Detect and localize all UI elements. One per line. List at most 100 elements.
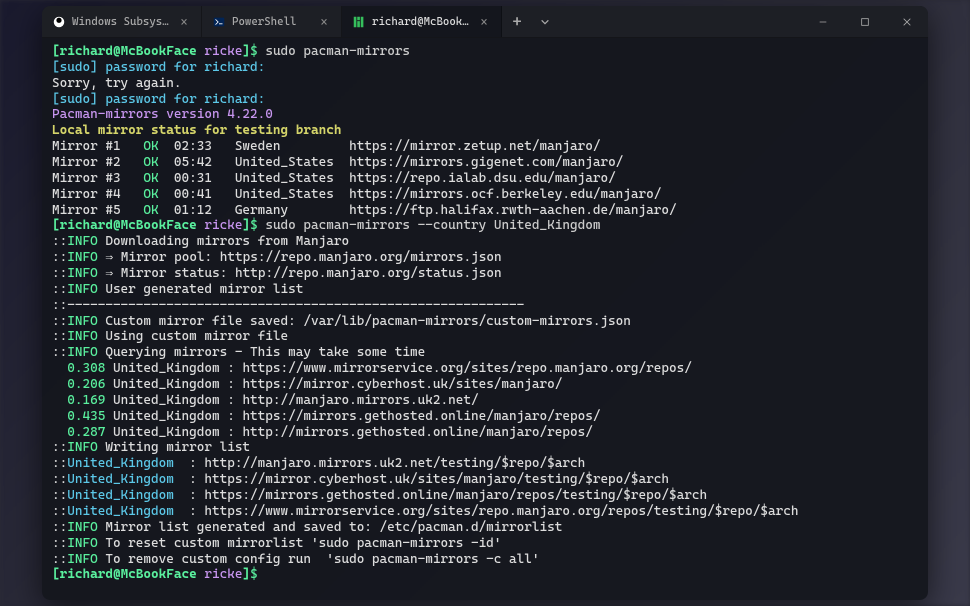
terminal-line: [richard@McBookFace ricke]$ sudo pacman-… xyxy=(52,218,918,234)
mirror-num: Mirror #4 xyxy=(52,187,143,202)
mirror-url: https://mirrors.ocf.berkeley.edu/manjaro… xyxy=(349,187,661,202)
maximize-button[interactable] xyxy=(844,6,886,37)
terminal-line: 0.435 United_Kingdom : https://mirrors.g… xyxy=(52,409,918,425)
close-icon[interactable]: × xyxy=(477,15,491,29)
info-tag: INFO xyxy=(67,552,97,567)
tab-label: richard@McBookFace:/mnt/c/U xyxy=(372,15,471,28)
terminal-line: ::United_Kingdom : https://www.mirrorser… xyxy=(52,504,918,520)
info-tag: INFO xyxy=(67,440,97,455)
minimize-button[interactable] xyxy=(802,6,844,37)
terminal-line: Sorry, try again. xyxy=(52,76,918,92)
manjaro-icon xyxy=(352,15,366,29)
mirror-ok: OK xyxy=(143,203,158,218)
sudo-prompt: [sudo] password for richard: xyxy=(52,60,265,75)
terminal-pane[interactable]: [richard@McBookFace ricke]$ sudo pacman-… xyxy=(42,38,928,600)
info-tag: INFO xyxy=(67,345,97,360)
query-time: 0.206 xyxy=(67,377,105,392)
info-tag: INFO xyxy=(67,234,97,249)
sudo-prompt: [sudo] password for richard: xyxy=(52,92,265,107)
terminal-line: ::INFO To remove custom config run 'sudo… xyxy=(52,552,918,568)
prompt-bracket: ] xyxy=(242,44,250,59)
prompt-bracket: [ xyxy=(52,44,60,59)
mirror-country: United_States xyxy=(235,155,349,170)
mirror-url: https://mirror.zetup.net/manjaro/ xyxy=(349,139,600,154)
mirror-time: 00:41 xyxy=(159,187,235,202)
tab-manjaro[interactable]: richard@McBookFace:/mnt/c/U × xyxy=(342,6,502,37)
tabs: Windows Subsystem for Linux P × PowerShe… xyxy=(42,6,802,37)
terminal-line: [richard@McBookFace ricke]$ sudo pacman-… xyxy=(52,44,918,60)
terminal-line: Mirror #2 OK 05:42 United_States https:/… xyxy=(52,155,918,171)
tab-label: Windows Subsystem for Linux P xyxy=(72,15,171,28)
mirror-ok: OK xyxy=(143,187,158,202)
mirror-ok: OK xyxy=(143,171,158,186)
mirror-url: https://repo.ialab.dsu.edu/manjaro/ xyxy=(349,171,616,186)
terminal-line: ::INFO User generated mirror list xyxy=(52,282,918,298)
prompt-cwd: ricke xyxy=(204,44,242,59)
titlebar: Windows Subsystem for Linux P × PowerShe… xyxy=(42,6,928,38)
terminal-line: Mirror #1 OK 02:33 Sweden https://mirror… xyxy=(52,139,918,155)
new-tab-button[interactable]: + xyxy=(502,6,532,37)
query-time: 0.308 xyxy=(67,361,105,376)
terminal-line: ::INFO Using custom mirror file xyxy=(52,329,918,345)
close-icon[interactable]: × xyxy=(177,15,191,29)
query-time: 0.287 xyxy=(67,425,105,440)
prompt-cwd: ricke xyxy=(204,218,242,233)
tab-powershell[interactable]: PowerShell × xyxy=(202,6,342,37)
written-country: United_Kingdom xyxy=(67,456,189,471)
prompt-dollar: $ xyxy=(250,218,258,233)
mirror-country: Germany xyxy=(235,203,349,218)
terminal-line: ::INFO Custom mirror file saved: /var/li… xyxy=(52,314,918,330)
mirror-num: Mirror #3 xyxy=(52,171,143,186)
mirror-url: https://ftp.halifax.rwth-aachen.de/manja… xyxy=(349,203,677,218)
terminal-line: ::INFO Querying mirrors - This may take … xyxy=(52,345,918,361)
terminal-line: Local mirror status for testing branch xyxy=(52,123,918,139)
terminal-line: ::United_Kingdom : https://mirror.cyberh… xyxy=(52,472,918,488)
mirror-num: Mirror #1 xyxy=(52,139,143,154)
info-tag: INFO xyxy=(67,314,97,329)
terminal-line: ::INFO To reset custom mirrorlist 'sudo … xyxy=(52,536,918,552)
sudo-error: Sorry, try again. xyxy=(52,76,182,91)
terminal-line: 0.206 United_Kingdom : https://mirror.cy… xyxy=(52,377,918,393)
status-header: Local mirror status for testing branch xyxy=(52,123,341,138)
terminal-line: ::United_Kingdom : https://mirrors.getho… xyxy=(52,488,918,504)
terminal-line: ::INFO Mirror list generated and saved t… xyxy=(52,520,918,536)
terminal-window: Windows Subsystem for Linux P × PowerShe… xyxy=(42,6,928,600)
terminal-line: Pacman-mirrors version 4.22.0 xyxy=(52,107,918,123)
terminal-line: Mirror #4 OK 00:41 United_States https:/… xyxy=(52,187,918,203)
terminal-line: [richard@McBookFace ricke]$ xyxy=(52,567,918,583)
prompt-cwd: ricke xyxy=(204,567,242,582)
info-tag: INFO xyxy=(67,266,97,281)
prompt-bracket: ] xyxy=(242,218,250,233)
prompt-user-host: richard@McBookFace xyxy=(60,567,197,582)
terminal-line: ::INFO ⇒ Mirror status: http://repo.manj… xyxy=(52,266,918,282)
mirror-num: Mirror #5 xyxy=(52,203,143,218)
tab-dropdown[interactable] xyxy=(532,6,558,37)
mirror-num: Mirror #2 xyxy=(52,155,143,170)
info-tag: INFO xyxy=(67,536,97,551)
command: sudo pacman-mirrors --country United_Kin… xyxy=(258,218,601,233)
terminal-line: ::INFO Downloading mirrors from Manjaro xyxy=(52,234,918,250)
close-icon[interactable]: × xyxy=(317,15,331,29)
close-button[interactable] xyxy=(886,6,928,37)
tab-label: PowerShell xyxy=(232,15,311,28)
written-country: United_Kingdom xyxy=(67,472,189,487)
info-tag: INFO xyxy=(67,282,97,297)
command: sudo pacman-mirrors xyxy=(258,44,410,59)
prompt-bracket: [ xyxy=(52,567,60,582)
mirror-url: https://mirrors.gigenet.com/manjaro/ xyxy=(349,155,623,170)
query-time: 0.169 xyxy=(67,393,105,408)
mirror-ok: OK xyxy=(143,139,158,154)
prompt-dollar: $ xyxy=(250,44,258,59)
prompt-bracket: ] xyxy=(242,567,250,582)
prompt-user-host: richard@McBookFace xyxy=(60,44,197,59)
prompt-bracket: [ xyxy=(52,218,60,233)
terminal-line: Mirror #3 OK 00:31 United_States https:/… xyxy=(52,171,918,187)
written-country: United_Kingdom xyxy=(67,504,189,519)
terminal-line: [sudo] password for richard: xyxy=(52,60,918,76)
info-tag: INFO xyxy=(67,329,97,344)
terminal-line: Mirror #5 OK 01:12 Germany https://ftp.h… xyxy=(52,203,918,219)
powershell-icon xyxy=(212,15,226,29)
tab-wsl[interactable]: Windows Subsystem for Linux P × xyxy=(42,6,202,37)
mirror-country: Sweden xyxy=(235,139,349,154)
terminal-line: 0.287 United_Kingdom : http://mirrors.ge… xyxy=(52,425,918,441)
